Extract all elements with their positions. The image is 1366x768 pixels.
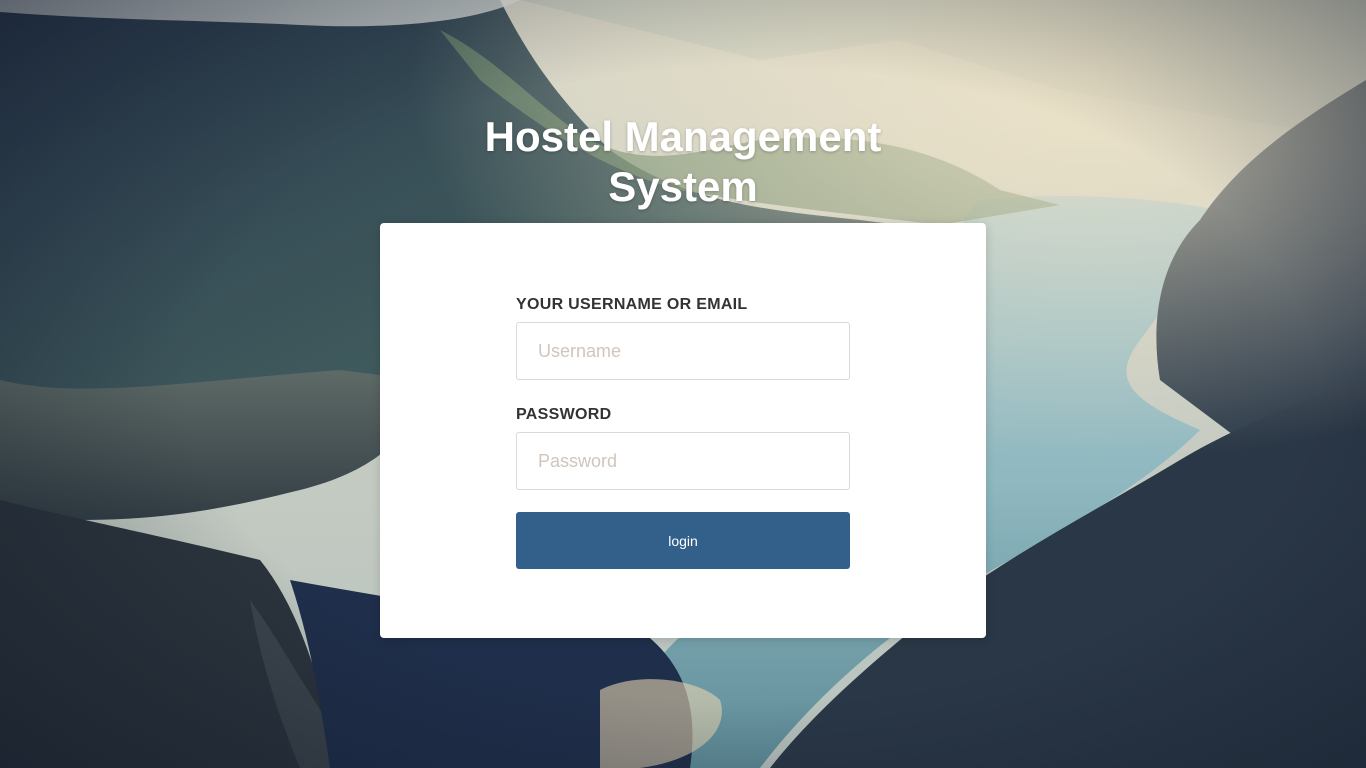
login-button[interactable]: login [516, 512, 850, 569]
username-field-group: YOUR USERNAME OR EMAIL [516, 295, 850, 380]
password-input[interactable] [516, 432, 850, 490]
username-label: YOUR USERNAME OR EMAIL [516, 296, 748, 313]
username-input[interactable] [516, 322, 850, 380]
page-title: Hostel Management System [0, 112, 1366, 212]
page-title-text: Hostel Management System [484, 113, 882, 210]
password-label: PASSWORD [516, 406, 612, 423]
login-page: Hostel Management System YOUR USERNAME O… [0, 0, 1366, 768]
login-card: YOUR USERNAME OR EMAIL PASSWORD login [380, 223, 986, 638]
password-field-group: PASSWORD [516, 405, 850, 490]
